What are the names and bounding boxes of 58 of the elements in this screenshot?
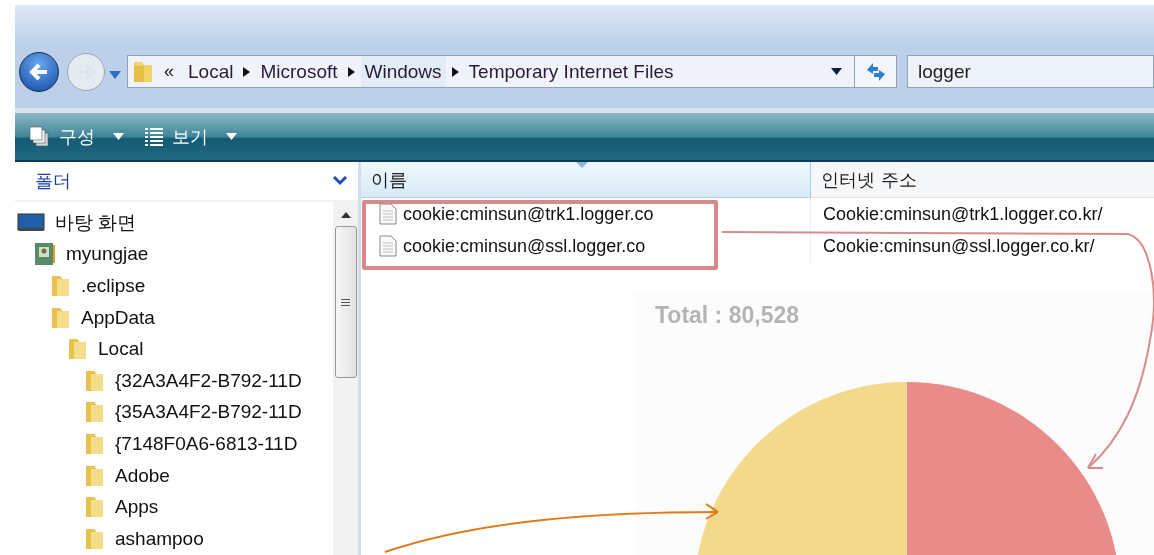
tree-item[interactable]: Local <box>15 333 333 365</box>
history-dropdown-icon[interactable] <box>109 70 121 79</box>
chevron-down-icon[interactable] <box>332 176 348 186</box>
address-cell-text: Cookie:cminsun@ssl.logger.co.kr/ <box>822 234 1096 258</box>
tree-item[interactable]: Adobe <box>15 459 333 492</box>
tree-item[interactable]: {7148F0A6-6813-11D <box>15 428 333 460</box>
back-button[interactable] <box>19 51 59 92</box>
folder-icon <box>132 59 154 84</box>
scrollbar[interactable] <box>333 202 358 555</box>
overflow-chevron[interactable]: « <box>164 61 174 82</box>
address-bar[interactable]: « Local Microsoft Windows Temporary Internet Files <box>127 55 855 88</box>
breadcrumb[interactable]: Local <box>184 56 238 87</box>
document-icon <box>379 203 397 225</box>
column-header[interactable]: 이름 <box>361 162 811 198</box>
breadcrumb[interactable]: Microsoft <box>256 56 342 87</box>
tree-item[interactable]: AppData <box>15 301 333 334</box>
tree-item[interactable]: myungjae <box>15 238 333 271</box>
file-name-cell[interactable]: cookie:cminsun@trk1.logger.co <box>361 198 811 230</box>
folder-icon <box>85 495 105 520</box>
scroll-up-icon[interactable] <box>340 212 351 218</box>
document-icon <box>379 235 397 257</box>
grip-icon <box>341 297 350 307</box>
dropdown-caret-icon[interactable] <box>831 68 842 75</box>
organize-button[interactable]: 구성 <box>29 124 124 149</box>
breadcrumb-arrow-icon[interactable] <box>347 66 355 77</box>
folder-icon <box>85 431 105 456</box>
tree-item[interactable]: 바탕 화면 <box>15 207 333 239</box>
caret-icon <box>113 133 124 140</box>
folder-icon <box>85 463 105 488</box>
sort-indicator-icon <box>576 162 588 168</box>
tree-item[interactable]: Apps <box>15 491 333 523</box>
desktop-icon <box>17 212 45 233</box>
address-cell-text: Cookie:cminsun@trk1.logger.co.kr/ <box>822 202 1104 226</box>
file-name-cell[interactable]: cookie:cminsun@ssl.logger.co <box>361 230 811 262</box>
breadcrumb-arrow-icon[interactable] <box>451 66 459 77</box>
list-icon <box>144 126 164 147</box>
breadcrumb[interactable]: Temporary Internet Files <box>464 56 678 87</box>
search-field[interactable]: logger <box>907 55 1154 88</box>
caret-icon <box>226 133 237 140</box>
tree-item[interactable]: {32A3A4F2-B792-11D <box>15 364 333 397</box>
refresh-button[interactable] <box>855 55 897 88</box>
tree-item[interactable]: .eclipse <box>15 270 333 302</box>
breadcrumb[interactable]: Windows <box>360 56 446 87</box>
column-header[interactable]: 인터넷 주소 <box>811 162 1154 198</box>
tree-item[interactable]: {35A3A4F2-B792-11D <box>15 396 333 429</box>
breadcrumb-arrow-icon[interactable] <box>243 66 251 77</box>
folder-icon <box>85 368 105 393</box>
tree-item[interactable]: ashampoo <box>15 522 333 555</box>
folder-icon <box>51 274 71 298</box>
user-folder-icon <box>34 242 56 267</box>
folders-header: 폴더 <box>35 169 71 193</box>
folder-icon <box>68 337 88 362</box>
views-button[interactable]: 보기 <box>144 124 237 149</box>
folder-icon <box>85 400 105 425</box>
folder-icon <box>51 305 71 330</box>
folder-icon <box>85 526 105 551</box>
total-label: Total : 80,528 <box>655 302 800 329</box>
pages-icon <box>29 125 51 148</box>
